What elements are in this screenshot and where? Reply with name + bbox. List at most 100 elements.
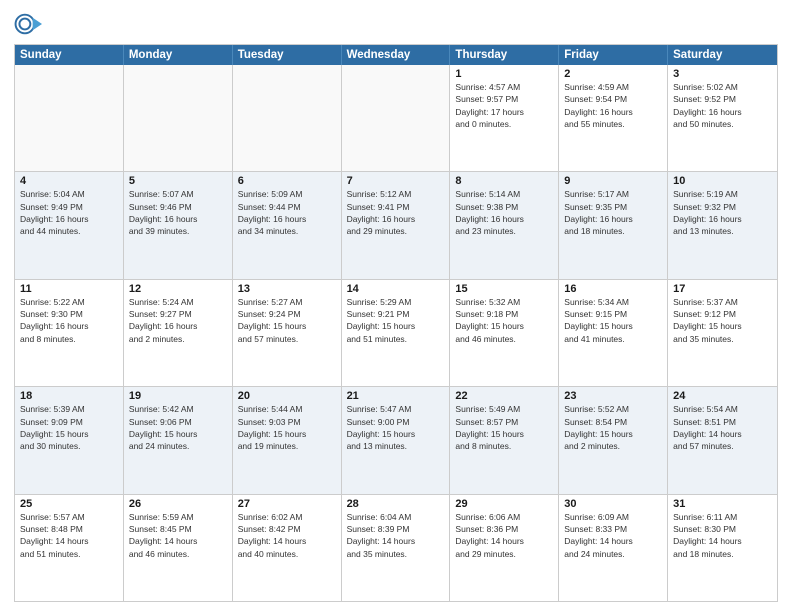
day-info: Sunrise: 5:17 AMSunset: 9:35 PMDaylight:… (564, 188, 662, 237)
day-number: 13 (238, 283, 336, 295)
calendar-row-3: 11Sunrise: 5:22 AMSunset: 9:30 PMDayligh… (15, 280, 777, 387)
day-number: 31 (673, 498, 772, 510)
day-info: Sunrise: 5:52 AMSunset: 8:54 PMDaylight:… (564, 403, 662, 452)
day-cell-28: 28Sunrise: 6:04 AMSunset: 8:39 PMDayligh… (342, 495, 451, 601)
day-number: 26 (129, 498, 227, 510)
page: SundayMondayTuesdayWednesdayThursdayFrid… (0, 0, 792, 612)
empty-cell-0-3 (342, 65, 451, 171)
day-number: 30 (564, 498, 662, 510)
day-number: 6 (238, 175, 336, 187)
day-cell-27: 27Sunrise: 6:02 AMSunset: 8:42 PMDayligh… (233, 495, 342, 601)
day-info: Sunrise: 5:04 AMSunset: 9:49 PMDaylight:… (20, 188, 118, 237)
day-cell-13: 13Sunrise: 5:27 AMSunset: 9:24 PMDayligh… (233, 280, 342, 386)
day-cell-10: 10Sunrise: 5:19 AMSunset: 9:32 PMDayligh… (668, 172, 777, 278)
day-cell-12: 12Sunrise: 5:24 AMSunset: 9:27 PMDayligh… (124, 280, 233, 386)
day-info: Sunrise: 5:02 AMSunset: 9:52 PMDaylight:… (673, 81, 772, 130)
day-cell-9: 9Sunrise: 5:17 AMSunset: 9:35 PMDaylight… (559, 172, 668, 278)
day-cell-14: 14Sunrise: 5:29 AMSunset: 9:21 PMDayligh… (342, 280, 451, 386)
header (14, 10, 778, 38)
day-info: Sunrise: 5:49 AMSunset: 8:57 PMDaylight:… (455, 403, 553, 452)
day-info: Sunrise: 5:34 AMSunset: 9:15 PMDaylight:… (564, 296, 662, 345)
day-number: 19 (129, 390, 227, 402)
day-cell-16: 16Sunrise: 5:34 AMSunset: 9:15 PMDayligh… (559, 280, 668, 386)
day-number: 18 (20, 390, 118, 402)
day-cell-5: 5Sunrise: 5:07 AMSunset: 9:46 PMDaylight… (124, 172, 233, 278)
day-of-week-monday: Monday (124, 45, 233, 65)
empty-cell-0-1 (124, 65, 233, 171)
day-cell-4: 4Sunrise: 5:04 AMSunset: 9:49 PMDaylight… (15, 172, 124, 278)
day-cell-21: 21Sunrise: 5:47 AMSunset: 9:00 PMDayligh… (342, 387, 451, 493)
day-cell-26: 26Sunrise: 5:59 AMSunset: 8:45 PMDayligh… (124, 495, 233, 601)
day-info: Sunrise: 6:06 AMSunset: 8:36 PMDaylight:… (455, 511, 553, 560)
day-cell-17: 17Sunrise: 5:37 AMSunset: 9:12 PMDayligh… (668, 280, 777, 386)
day-info: Sunrise: 5:32 AMSunset: 9:18 PMDaylight:… (455, 296, 553, 345)
day-number: 10 (673, 175, 772, 187)
day-cell-2: 2Sunrise: 4:59 AMSunset: 9:54 PMDaylight… (559, 65, 668, 171)
day-info: Sunrise: 5:42 AMSunset: 9:06 PMDaylight:… (129, 403, 227, 452)
day-info: Sunrise: 5:54 AMSunset: 8:51 PMDaylight:… (673, 403, 772, 452)
day-of-week-tuesday: Tuesday (233, 45, 342, 65)
day-number: 28 (347, 498, 445, 510)
day-info: Sunrise: 4:57 AMSunset: 9:57 PMDaylight:… (455, 81, 553, 130)
day-cell-23: 23Sunrise: 5:52 AMSunset: 8:54 PMDayligh… (559, 387, 668, 493)
day-cell-11: 11Sunrise: 5:22 AMSunset: 9:30 PMDayligh… (15, 280, 124, 386)
day-number: 4 (20, 175, 118, 187)
calendar: SundayMondayTuesdayWednesdayThursdayFrid… (14, 44, 778, 602)
day-info: Sunrise: 5:44 AMSunset: 9:03 PMDaylight:… (238, 403, 336, 452)
day-info: Sunrise: 5:24 AMSunset: 9:27 PMDaylight:… (129, 296, 227, 345)
day-number: 24 (673, 390, 772, 402)
day-info: Sunrise: 5:12 AMSunset: 9:41 PMDaylight:… (347, 188, 445, 237)
day-cell-25: 25Sunrise: 5:57 AMSunset: 8:48 PMDayligh… (15, 495, 124, 601)
empty-cell-0-0 (15, 65, 124, 171)
day-cell-19: 19Sunrise: 5:42 AMSunset: 9:06 PMDayligh… (124, 387, 233, 493)
empty-cell-0-2 (233, 65, 342, 171)
day-number: 12 (129, 283, 227, 295)
day-cell-3: 3Sunrise: 5:02 AMSunset: 9:52 PMDaylight… (668, 65, 777, 171)
calendar-row-5: 25Sunrise: 5:57 AMSunset: 8:48 PMDayligh… (15, 495, 777, 601)
day-info: Sunrise: 5:47 AMSunset: 9:00 PMDaylight:… (347, 403, 445, 452)
day-cell-20: 20Sunrise: 5:44 AMSunset: 9:03 PMDayligh… (233, 387, 342, 493)
day-number: 1 (455, 68, 553, 80)
day-number: 16 (564, 283, 662, 295)
day-cell-30: 30Sunrise: 6:09 AMSunset: 8:33 PMDayligh… (559, 495, 668, 601)
day-info: Sunrise: 6:09 AMSunset: 8:33 PMDaylight:… (564, 511, 662, 560)
day-number: 11 (20, 283, 118, 295)
day-cell-7: 7Sunrise: 5:12 AMSunset: 9:41 PMDaylight… (342, 172, 451, 278)
day-info: Sunrise: 6:04 AMSunset: 8:39 PMDaylight:… (347, 511, 445, 560)
day-number: 14 (347, 283, 445, 295)
day-info: Sunrise: 6:02 AMSunset: 8:42 PMDaylight:… (238, 511, 336, 560)
day-info: Sunrise: 6:11 AMSunset: 8:30 PMDaylight:… (673, 511, 772, 560)
calendar-row-2: 4Sunrise: 5:04 AMSunset: 9:49 PMDaylight… (15, 172, 777, 279)
day-of-week-sunday: Sunday (15, 45, 124, 65)
day-cell-15: 15Sunrise: 5:32 AMSunset: 9:18 PMDayligh… (450, 280, 559, 386)
day-number: 17 (673, 283, 772, 295)
day-number: 20 (238, 390, 336, 402)
day-info: Sunrise: 5:29 AMSunset: 9:21 PMDaylight:… (347, 296, 445, 345)
day-number: 27 (238, 498, 336, 510)
day-number: 29 (455, 498, 553, 510)
day-of-week-wednesday: Wednesday (342, 45, 451, 65)
day-number: 8 (455, 175, 553, 187)
day-info: Sunrise: 5:27 AMSunset: 9:24 PMDaylight:… (238, 296, 336, 345)
day-number: 22 (455, 390, 553, 402)
day-info: Sunrise: 5:39 AMSunset: 9:09 PMDaylight:… (20, 403, 118, 452)
day-cell-22: 22Sunrise: 5:49 AMSunset: 8:57 PMDayligh… (450, 387, 559, 493)
calendar-body: 1Sunrise: 4:57 AMSunset: 9:57 PMDaylight… (15, 65, 777, 601)
day-of-week-saturday: Saturday (668, 45, 777, 65)
day-info: Sunrise: 5:22 AMSunset: 9:30 PMDaylight:… (20, 296, 118, 345)
day-number: 21 (347, 390, 445, 402)
day-cell-29: 29Sunrise: 6:06 AMSunset: 8:36 PMDayligh… (450, 495, 559, 601)
calendar-header: SundayMondayTuesdayWednesdayThursdayFrid… (15, 45, 777, 65)
calendar-row-1: 1Sunrise: 4:57 AMSunset: 9:57 PMDaylight… (15, 65, 777, 172)
day-cell-1: 1Sunrise: 4:57 AMSunset: 9:57 PMDaylight… (450, 65, 559, 171)
day-number: 2 (564, 68, 662, 80)
day-number: 9 (564, 175, 662, 187)
logo (14, 10, 46, 38)
day-cell-31: 31Sunrise: 6:11 AMSunset: 8:30 PMDayligh… (668, 495, 777, 601)
day-info: Sunrise: 5:57 AMSunset: 8:48 PMDaylight:… (20, 511, 118, 560)
calendar-row-4: 18Sunrise: 5:39 AMSunset: 9:09 PMDayligh… (15, 387, 777, 494)
day-number: 15 (455, 283, 553, 295)
day-info: Sunrise: 5:09 AMSunset: 9:44 PMDaylight:… (238, 188, 336, 237)
day-number: 7 (347, 175, 445, 187)
day-number: 23 (564, 390, 662, 402)
